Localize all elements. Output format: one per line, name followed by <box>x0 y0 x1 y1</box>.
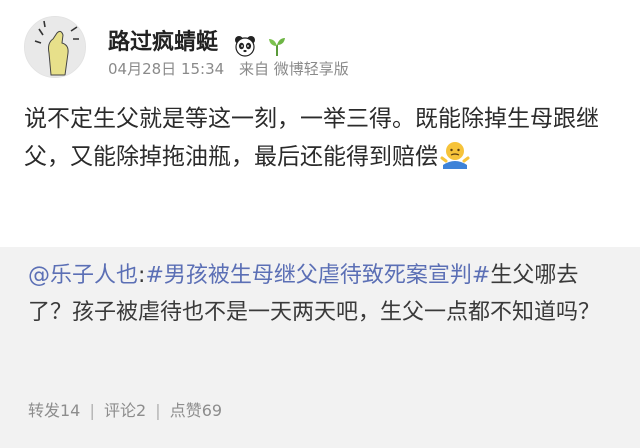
user-badges <box>234 33 292 58</box>
shrug-emoji-icon <box>440 139 470 181</box>
post-source: 来自 微博轻享版 <box>238 60 349 78</box>
stats-separator: | <box>89 401 95 420</box>
repost-card[interactable]: @乐子人也:#男孩被生母继父虐待致死案宣判#生父哪去了？孩子被虐待也不是一天两天… <box>0 247 640 448</box>
repost-count[interactable]: 转发14 <box>28 401 80 420</box>
user-avatar[interactable] <box>24 16 86 78</box>
post-body: 说不定生父就是等这一刻，一举三得。既能除掉生母跟继父，又能除掉拖油瓶，最后还能得… <box>24 100 614 181</box>
post-text: 说不定生父就是等这一刻，一举三得。既能除掉生母跟继父，又能除掉拖油瓶，最后还能得… <box>24 106 599 170</box>
repost-content: @乐子人也:#男孩被生母继父虐待致死案宣判#生父哪去了？孩子被虐待也不是一天两天… <box>28 257 618 331</box>
repost-stats: 转发14 | 评论2 | 点赞69 <box>28 397 222 421</box>
username[interactable]: 路过疯蜻蜓 <box>108 24 291 58</box>
post-date: 04月28日 15:34 <box>108 60 225 78</box>
post-meta: 04月28日 15:34 来自 微博轻享版 <box>108 58 359 79</box>
username-text[interactable]: 路过疯蜻蜓 <box>108 30 218 55</box>
panda-icon <box>234 36 255 57</box>
repost-author-link[interactable]: @乐子人也 <box>28 263 138 288</box>
post-header: 路过疯蜻蜓 04月28日 15:34 来自 微博轻享版 <box>24 12 624 84</box>
sprout-icon <box>269 38 286 56</box>
comment-count[interactable]: 评论2 <box>104 401 146 420</box>
stats-separator: | <box>155 401 161 420</box>
hashtag-link[interactable]: #男孩被生母继父虐待致死案宣判# <box>145 263 490 288</box>
avatar-image <box>25 17 85 77</box>
like-count[interactable]: 点赞69 <box>170 401 222 420</box>
